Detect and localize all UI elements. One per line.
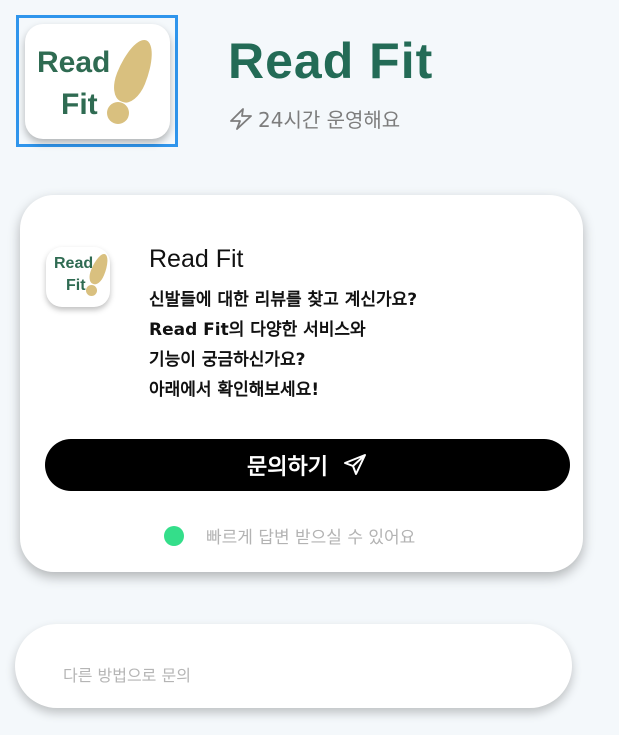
response-status-text: 빠르게 답변 받으실 수 있어요 bbox=[206, 528, 416, 548]
card-title: Read Fit bbox=[149, 245, 244, 273]
card-logo: Read Fit bbox=[46, 247, 110, 307]
logo-word-fit: Fit bbox=[61, 88, 98, 121]
online-status-dot bbox=[164, 525, 184, 546]
lightning-bolt-icon bbox=[230, 107, 252, 130]
response-status: 빠르게 답변 받으실 수 있어요 bbox=[164, 523, 415, 548]
inquiry-card: Read Fit Read Fit 신발들에 대한 리뷰를 찾고 계신가요? R… bbox=[20, 195, 583, 572]
description-line: 신발들에 대한 리뷰를 찾고 계신가요? bbox=[149, 290, 418, 310]
shoe-heel-icon bbox=[86, 285, 97, 296]
app-logo[interactable]: Read Fit bbox=[25, 24, 170, 139]
app-logo-selected[interactable]: Read Fit bbox=[16, 15, 178, 147]
description-line: 기능이 궁금하신가요? bbox=[149, 350, 306, 370]
logo-word-read: Read bbox=[37, 46, 111, 79]
description-line: Read Fit의 다양한 서비스와 bbox=[149, 320, 366, 340]
inquiry-button[interactable]: 문의하기 bbox=[45, 439, 570, 491]
card-description: 신발들에 대한 리뷰를 찾고 계신가요? Read Fit의 다양한 서비스와 … bbox=[149, 285, 559, 405]
app-title: Read Fit bbox=[228, 33, 434, 89]
send-icon bbox=[343, 454, 366, 475]
shoe-heel-icon bbox=[107, 102, 129, 124]
other-inquiry-label: 다른 방법으로 문의 bbox=[63, 666, 191, 685]
operating-hours-text: 24시간 운영해요 bbox=[258, 108, 401, 132]
operating-hours: 24시간 운영해요 bbox=[228, 104, 400, 133]
other-inquiry-methods[interactable]: 다른 방법으로 문의 bbox=[15, 624, 572, 708]
inquiry-button-label: 문의하기 bbox=[247, 455, 328, 480]
description-line: 아래에서 확인해보세요! bbox=[149, 380, 320, 400]
shoe-print-icon bbox=[107, 34, 161, 108]
logo-word-read: Read bbox=[54, 255, 94, 272]
logo-word-fit: Fit bbox=[66, 277, 86, 294]
